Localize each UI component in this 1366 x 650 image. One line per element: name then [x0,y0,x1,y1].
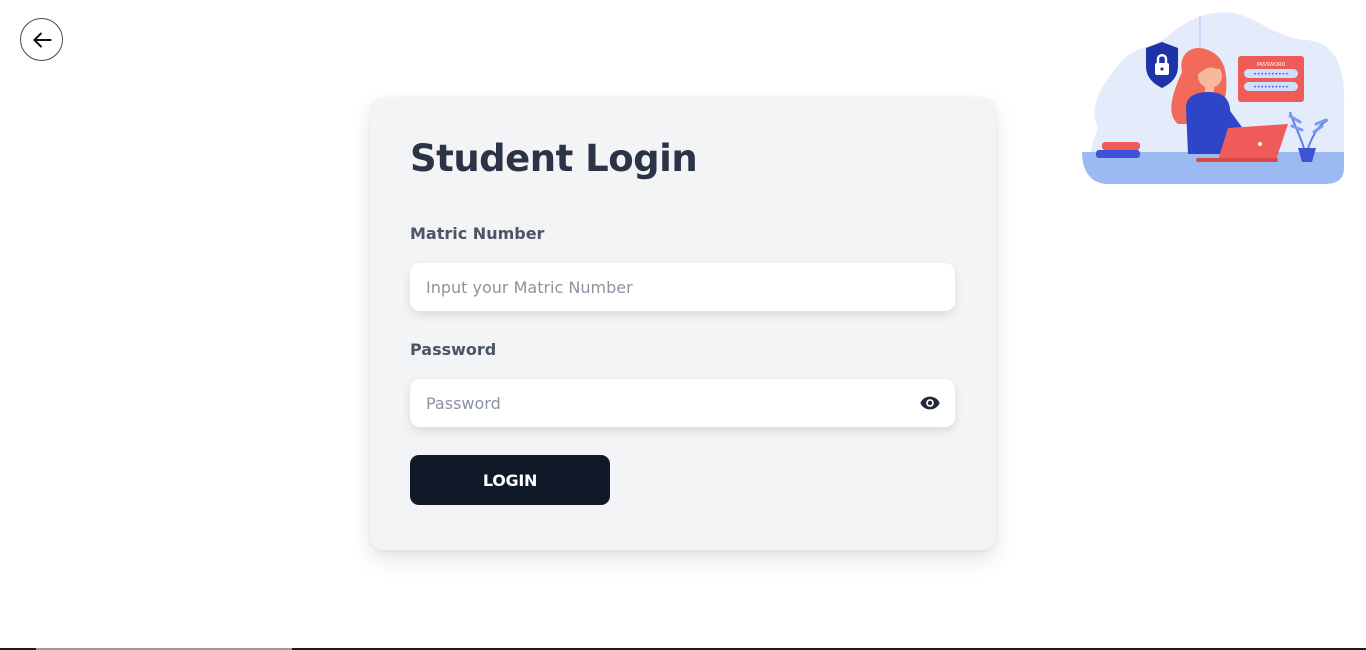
page-title: Student Login [410,137,698,180]
svg-text:PASSWORD: PASSWORD [1257,62,1286,68]
login-card: Student Login Matric Number Password LOG… [370,97,996,550]
matric-number-field-wrapper [410,263,955,311]
login-illustration: PASSWORD •••••••••• •••••••••• [1082,12,1345,185]
password-label: Password [410,340,497,359]
svg-text:••••••••••: •••••••••• [1253,71,1288,78]
svg-text:••••••••••: •••••••••• [1253,84,1288,91]
matric-number-input[interactable] [410,263,955,311]
password-input[interactable] [410,379,955,427]
password-field-wrapper [410,379,955,427]
login-button[interactable]: LOGIN [410,455,610,505]
eye-icon[interactable] [919,392,941,414]
password-panel-graphic: PASSWORD •••••••••• •••••••••• [1238,56,1304,102]
matric-number-label: Matric Number [410,224,545,243]
arrow-left-icon [32,32,52,47]
back-button[interactable] [20,18,63,61]
books-graphic [1096,142,1140,158]
